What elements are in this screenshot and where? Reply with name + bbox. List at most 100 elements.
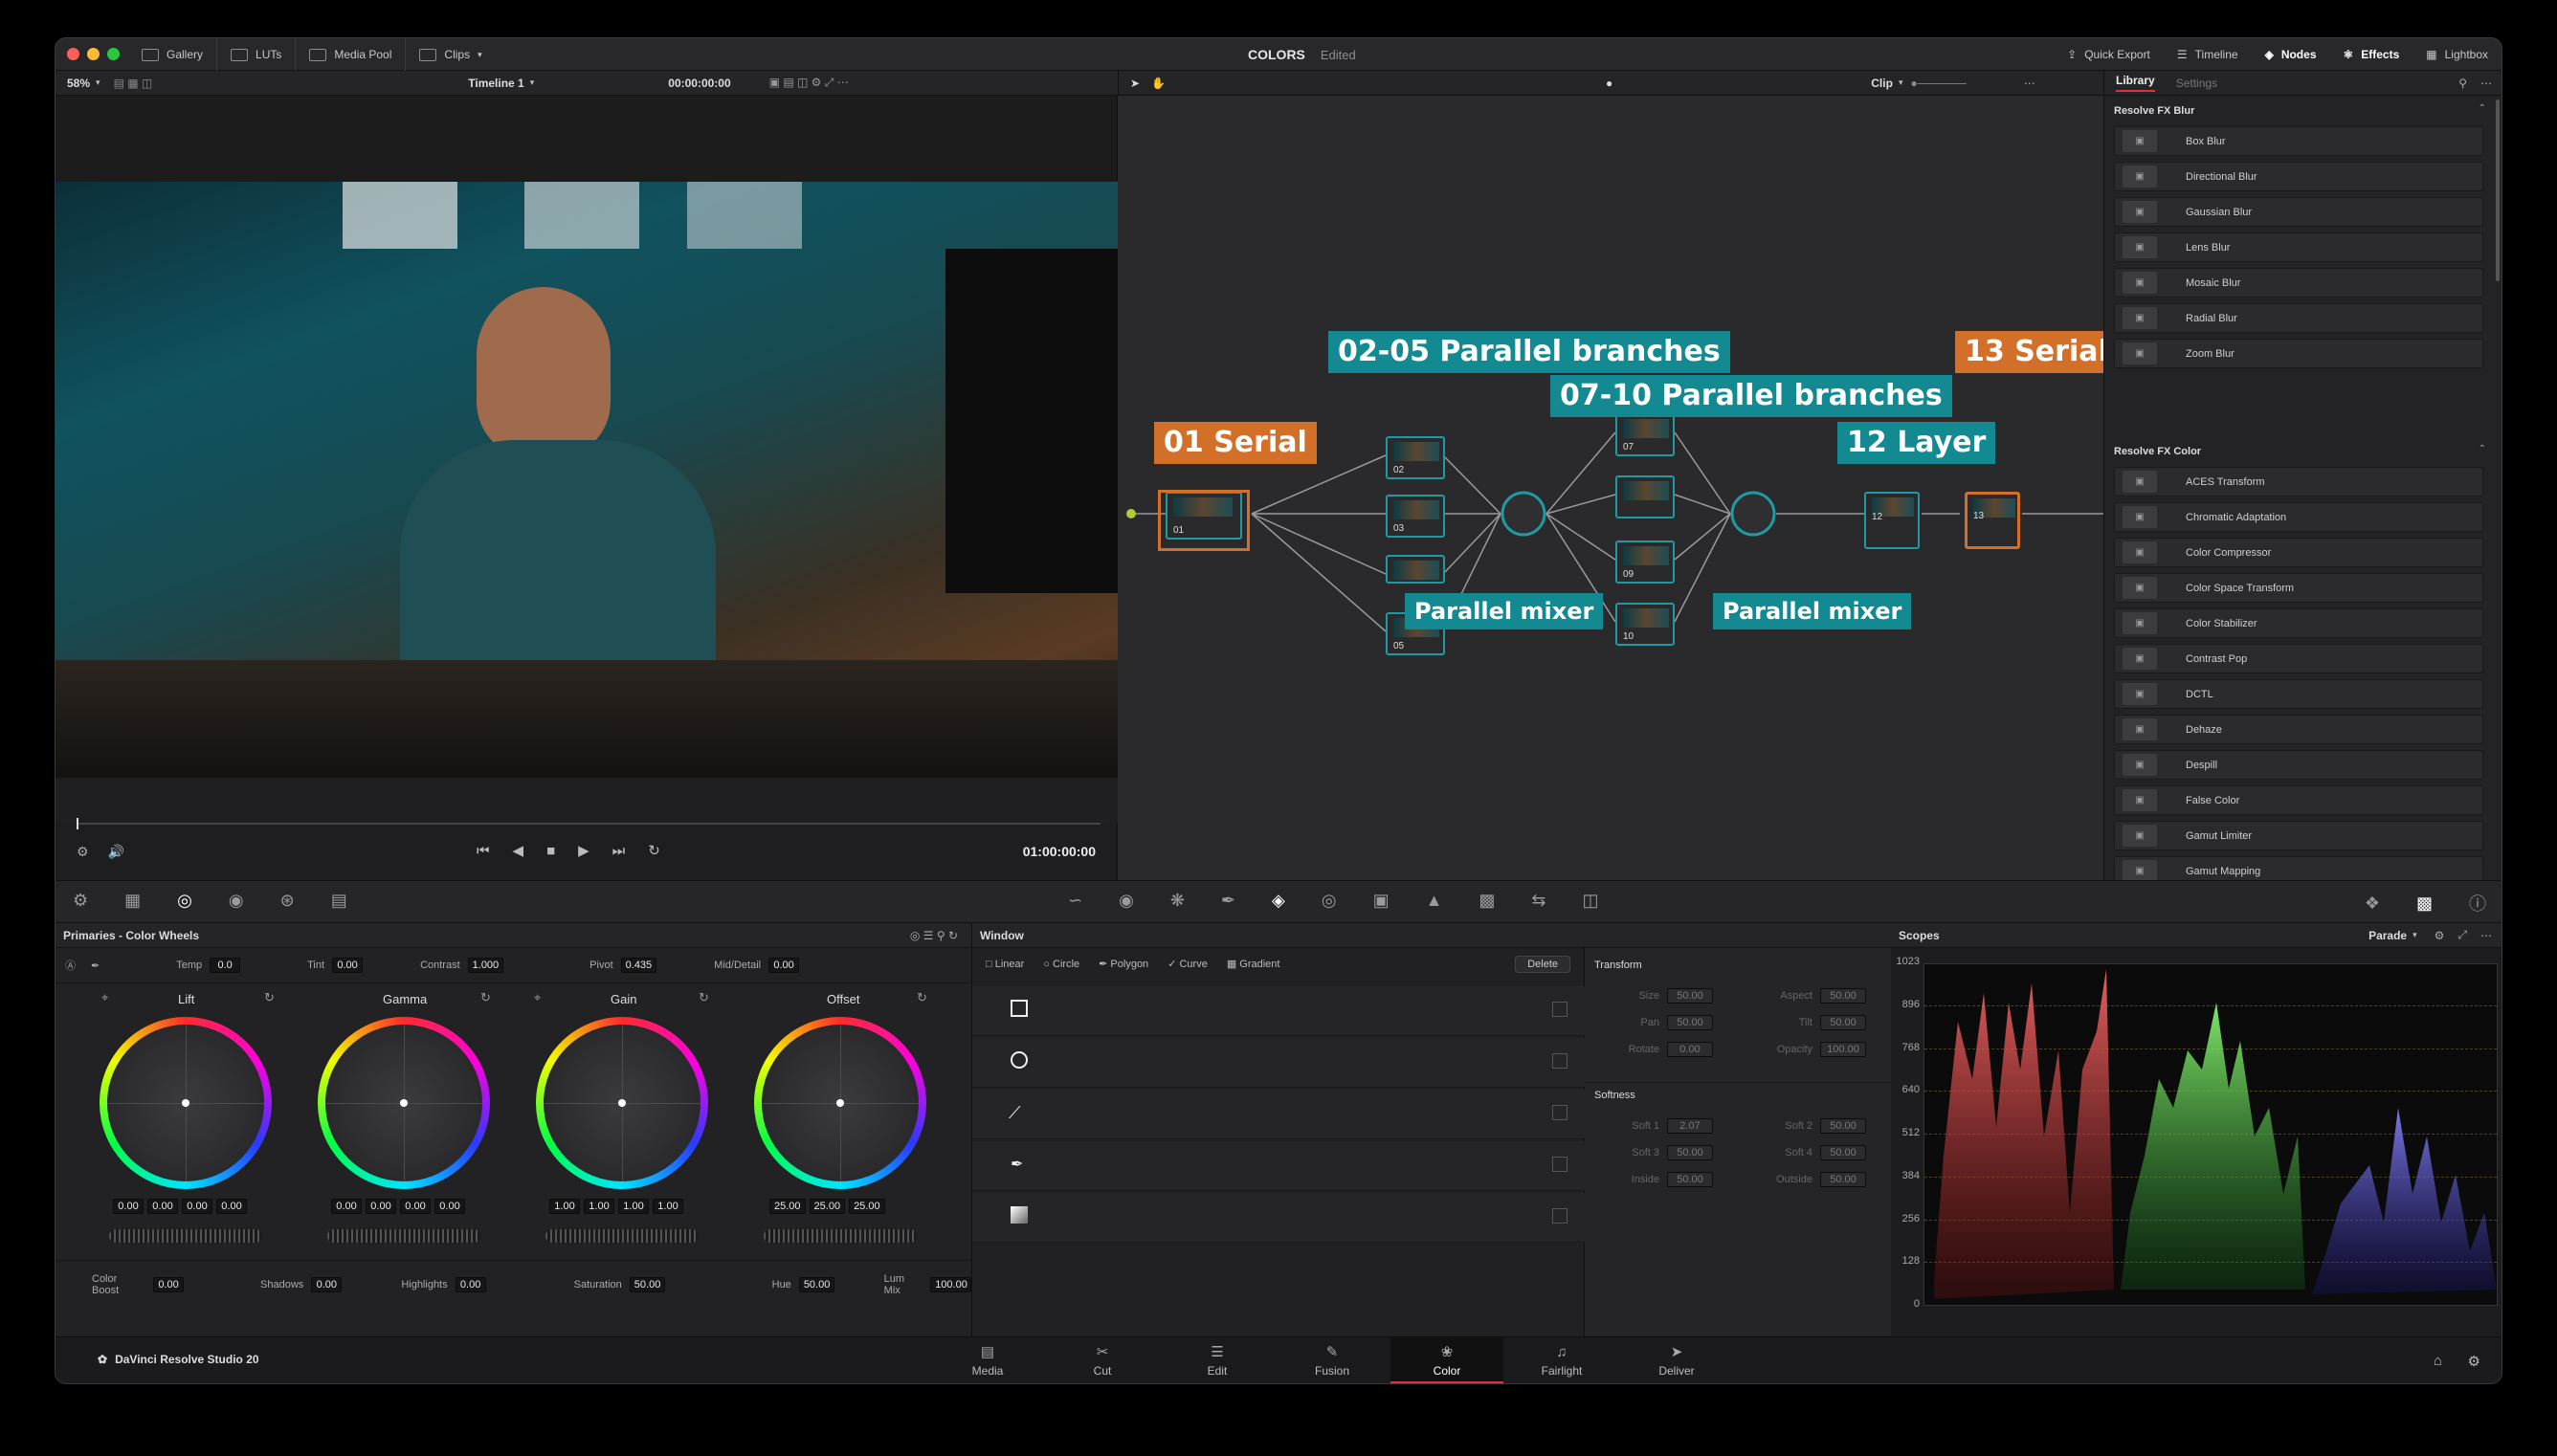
gain-g-field[interactable]: 1.00: [618, 1199, 649, 1214]
property-value[interactable]: 50.00: [1667, 1172, 1713, 1187]
property-value[interactable]: 50.00: [1820, 1118, 1866, 1134]
minimize-window-button[interactable]: [87, 48, 100, 60]
more-options-icon[interactable]: ⋯: [2480, 929, 2492, 942]
reset-icon[interactable]: ↻: [264, 990, 275, 1005]
page-tab-fairlight[interactable]: ♫ Fairlight: [1505, 1337, 1618, 1383]
node-slider[interactable]: ●──────: [1910, 77, 1966, 90]
library-scrollbar[interactable]: [2496, 99, 2500, 281]
qualifier-icon[interactable]: ✒: [1221, 891, 1235, 911]
key-icon[interactable]: ▩: [1479, 891, 1495, 911]
tab-library[interactable]: Library: [2116, 74, 2155, 92]
gain-master-wheel[interactable]: [545, 1229, 699, 1243]
play-icon[interactable]: ▶: [578, 842, 589, 859]
magic-mask-icon[interactable]: ▣: [1373, 891, 1390, 911]
wheels-mode-icons[interactable]: ◎ ☰ ⚲ ↻: [910, 929, 958, 942]
enable-checkbox[interactable]: [1552, 1002, 1568, 1017]
pointer-tool-icon[interactable]: ➤: [1130, 77, 1140, 90]
picker-icon[interactable]: ✒: [91, 960, 100, 972]
hdr-wheels-icon[interactable]: ◉: [229, 891, 244, 911]
property-value[interactable]: 50.00: [1667, 1145, 1713, 1160]
zoom-select[interactable]: 58%: [67, 77, 90, 90]
curve-tool[interactable]: ✓ Curve: [1167, 958, 1208, 970]
window-row-linear[interactable]: ⟋: [972, 1090, 1585, 1139]
search-icon[interactable]: ⚲: [2458, 77, 2467, 90]
crosshair-icon[interactable]: ⌖: [101, 990, 108, 1005]
blur-tool-icon[interactable]: ▲: [1426, 891, 1443, 911]
offset-wheel[interactable]: [754, 1017, 926, 1189]
clip-mode-select[interactable]: Clip: [1871, 77, 1893, 90]
fx-item[interactable]: ▣ Radial Blur: [2114, 303, 2483, 333]
gradient-tool[interactable]: ▦ Gradient: [1227, 958, 1280, 970]
maximize-window-button[interactable]: [107, 48, 120, 60]
scopes-icon[interactable]: ▩: [2416, 893, 2433, 914]
luts-button[interactable]: LUTs: [217, 38, 297, 71]
page-tab-fusion[interactable]: ✎ Fusion: [1276, 1337, 1389, 1383]
gallery-button[interactable]: Gallery: [128, 38, 218, 71]
offset-g-field[interactable]: 25.00: [809, 1199, 846, 1214]
expand-icon[interactable]: ⤢: [2457, 928, 2467, 942]
skip-end-icon[interactable]: ⏭: [612, 843, 626, 859]
fx-item[interactable]: ▣ Contrast Pop: [2114, 644, 2483, 673]
keyframes-icon[interactable]: ❖: [2365, 893, 2380, 914]
media-pool-button[interactable]: Media Pool: [296, 38, 407, 71]
fx-item[interactable]: ▣ Box Blur: [2114, 126, 2483, 156]
node-08[interactable]: [1615, 475, 1675, 518]
collapse-icon[interactable]: ⌃: [2479, 103, 2486, 114]
scope-settings-icon[interactable]: ⚙: [2435, 929, 2445, 942]
camera-raw-icon[interactable]: ⚙: [73, 891, 88, 911]
offset-b-field[interactable]: 25.00: [849, 1199, 885, 1214]
page-tab-deliver[interactable]: ➤ Deliver: [1620, 1337, 1733, 1383]
enable-checkbox[interactable]: [1552, 1157, 1568, 1172]
lift-wheel[interactable]: [100, 1017, 272, 1189]
offset-r-field[interactable]: 25.00: [769, 1199, 806, 1214]
property-value[interactable]: 50.00: [1667, 1015, 1713, 1030]
home-icon[interactable]: ⌂: [2434, 1353, 2442, 1369]
gain-b-field[interactable]: 1.00: [653, 1199, 683, 1214]
node-zoom-dot[interactable]: ●: [1606, 77, 1612, 90]
property-value[interactable]: 50.00: [1667, 988, 1713, 1004]
polygon-tool[interactable]: ✒ Polygon: [1099, 958, 1148, 970]
window-row-pen[interactable]: ✒: [972, 1141, 1585, 1191]
node-graph[interactable]: 01 02 03 05 07 09 10 12 13 01 Serial 02-…: [1118, 96, 2225, 880]
audio-icon[interactable]: 🔊: [108, 844, 124, 860]
enable-checkbox[interactable]: [1552, 1105, 1568, 1120]
3d-icon[interactable]: ◫: [1583, 891, 1599, 911]
window-row-square[interactable]: [972, 986, 1585, 1036]
scrub-bar[interactable]: [77, 823, 1101, 825]
enable-checkbox[interactable]: [1552, 1053, 1568, 1069]
reverse-play-icon[interactable]: ◀: [513, 842, 524, 859]
lift-g-field[interactable]: 0.00: [182, 1199, 212, 1214]
fx-item[interactable]: ▣ Dehaze: [2114, 715, 2483, 744]
circle-tool[interactable]: ○ Circle: [1043, 959, 1079, 970]
gain-r-field[interactable]: 1.00: [584, 1199, 614, 1214]
loop-scope-icon[interactable]: ⚙: [77, 844, 89, 860]
tint-field[interactable]: 0.00: [332, 958, 364, 973]
lift-b-field[interactable]: 0.00: [216, 1199, 247, 1214]
property-value[interactable]: 0.00: [1667, 1042, 1713, 1057]
gamma-r-field[interactable]: 0.00: [366, 1199, 396, 1214]
timecode-display[interactable]: 00:00:00:00: [668, 77, 730, 90]
close-window-button[interactable]: [67, 48, 79, 60]
property-value[interactable]: 50.00: [1820, 988, 1866, 1004]
fx-item[interactable]: ▣ False Color: [2114, 785, 2483, 815]
tab-settings[interactable]: Settings: [2176, 77, 2217, 90]
fx-item[interactable]: ▣ Color Compressor: [2114, 538, 2483, 567]
motion-effects-icon[interactable]: ▤: [331, 891, 347, 911]
fx-item[interactable]: ▣ Despill: [2114, 750, 2483, 780]
offset-master-wheel[interactable]: [764, 1229, 917, 1243]
mid-detail-field[interactable]: 0.00: [768, 958, 800, 973]
collapse-icon[interactable]: ⌃: [2479, 444, 2486, 454]
gain-wheel[interactable]: [536, 1017, 708, 1189]
info-icon[interactable]: ⓘ: [2469, 891, 2486, 916]
lift-master-wheel[interactable]: [109, 1229, 262, 1243]
fx-item[interactable]: ▣ Lens Blur: [2114, 232, 2483, 262]
property-value[interactable]: 2.07: [1667, 1118, 1713, 1134]
hand-tool-icon[interactable]: ✋: [1151, 77, 1166, 90]
color-slice-icon[interactable]: ❋: [1170, 891, 1185, 911]
quick-export-button[interactable]: ⇪ Quick Export: [2054, 38, 2164, 71]
property-value[interactable]: 50.00: [1820, 1172, 1866, 1187]
reset-icon[interactable]: ↻: [917, 990, 927, 1005]
timeline-toggle[interactable]: ☰ Timeline: [2164, 38, 2252, 71]
hue-field[interactable]: 50.00: [798, 1277, 834, 1292]
lightbox-toggle[interactable]: ▦ Lightbox: [2412, 38, 2501, 71]
